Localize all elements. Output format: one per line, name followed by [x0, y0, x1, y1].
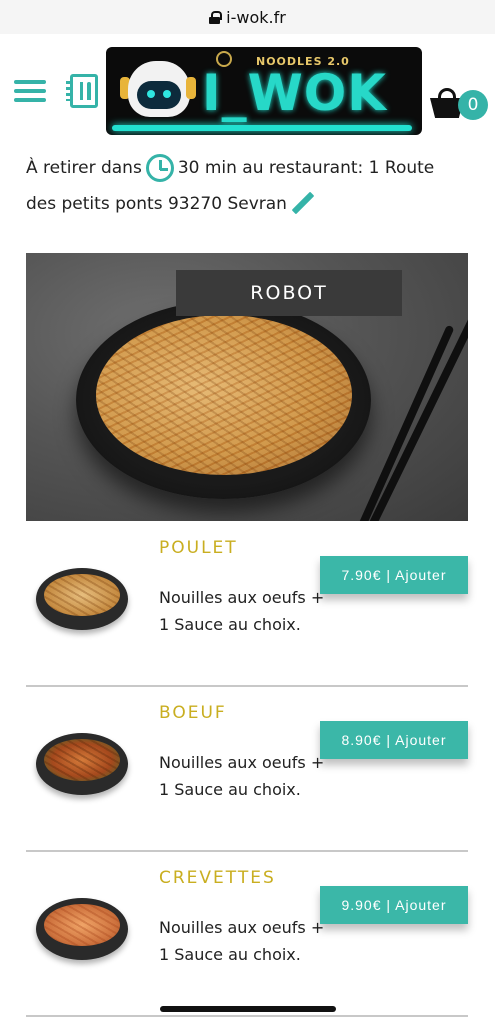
- hamburger-menu-icon[interactable]: [14, 80, 46, 102]
- dish-image: [36, 733, 128, 795]
- item-name: BOEUF: [159, 703, 227, 723]
- add-to-cart-button[interactable]: 9.90€ | Ajouter: [320, 886, 468, 924]
- item-description: Nouilles aux oeufs + 1 Sauce au choix.: [159, 753, 325, 799]
- dish-image: [36, 898, 128, 960]
- item-description: Nouilles aux oeufs + 1 Sauce au choix.: [159, 588, 325, 634]
- add-to-cart-button[interactable]: 7.90€ | Ajouter: [320, 556, 468, 594]
- category-title: ROBOT: [176, 270, 402, 316]
- lock-icon: [209, 10, 223, 24]
- item-description: Nouilles aux oeufs + 1 Sauce au choix.: [159, 918, 325, 964]
- i-wok-logo[interactable]: NOODLES 2.0 I_WOK: [106, 47, 422, 135]
- clock-icon: [145, 154, 174, 182]
- pickup-prefix: À retirer dans: [26, 158, 142, 178]
- dish-image: [36, 568, 128, 630]
- address-bar[interactable]: i-wok.fr: [0, 0, 495, 34]
- url-text[interactable]: i-wok.fr: [226, 8, 286, 27]
- item-name: POULET: [159, 538, 238, 558]
- menu-item: POULET Nouilles aux oeufs + 1 Sauce au c…: [26, 522, 468, 687]
- robot-mascot-icon: [128, 61, 190, 117]
- pencil-edit-icon[interactable]: [291, 192, 315, 216]
- site-header: NOODLES 2.0 I_WOK 0: [0, 34, 495, 144]
- home-indicator[interactable]: [160, 1006, 336, 1012]
- menu-book-icon[interactable]: [66, 74, 98, 108]
- add-to-cart-button[interactable]: 8.90€ | Ajouter: [320, 721, 468, 759]
- menu-item: CREVETTES Nouilles aux oeufs + 1 Sauce a…: [26, 852, 468, 1017]
- item-name: CREVETTES: [159, 868, 276, 888]
- pickup-info: À retirer dans 30 min au restaurant: 1 Ro…: [26, 150, 466, 222]
- menu-item: BOEUF Nouilles aux oeufs + 1 Sauce au ch…: [26, 687, 468, 852]
- logo-wordmark: I_WOK: [202, 64, 388, 122]
- cart-count-badge[interactable]: 0: [458, 90, 488, 120]
